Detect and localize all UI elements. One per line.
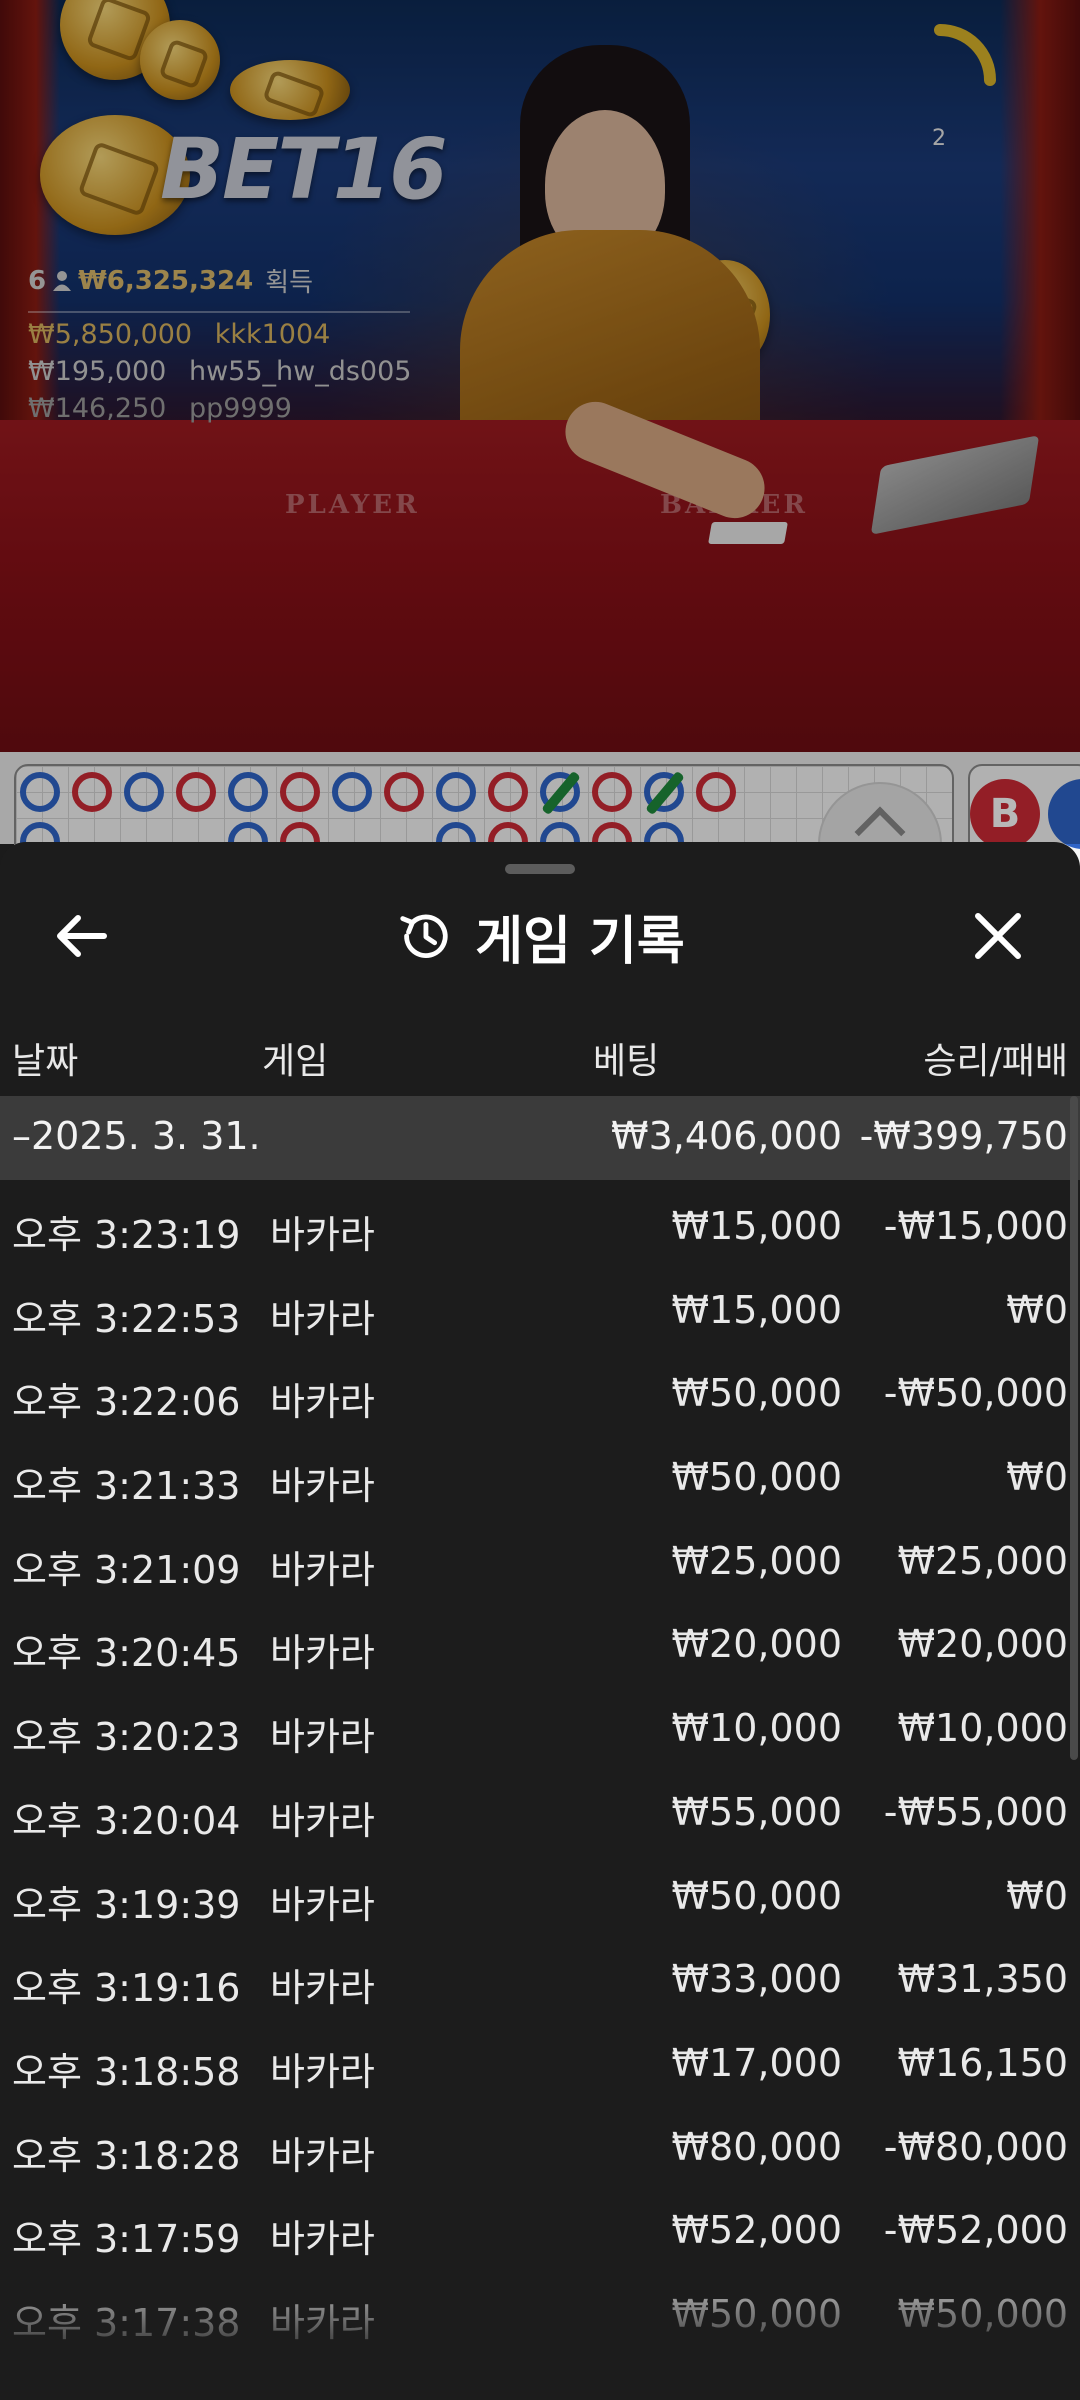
history-row[interactable]: 오후 3:20:04 바카라 ₩55,000 -₩55,000 bbox=[0, 1766, 1080, 1850]
round-result: ₩50,000 bbox=[897, 2291, 1068, 2336]
round-result: -₩80,000 bbox=[883, 2124, 1068, 2169]
round-game: 바카라 bbox=[270, 1464, 375, 1509]
round-game: 바카라 bbox=[270, 1715, 375, 1760]
round-time: 오후 3:20:45 bbox=[12, 1631, 241, 1676]
round-bet: ₩52,000 bbox=[671, 2208, 842, 2253]
round-game: 바카라 bbox=[270, 2133, 375, 2178]
round-bet: ₩20,000 bbox=[671, 1622, 842, 1667]
history-row[interactable]: 오후 3:18:28 바카라 ₩80,000 -₩80,000 bbox=[0, 2101, 1080, 2185]
history-row[interactable]: 오후 3:20:23 바카라 ₩10,000 ₩10,000 bbox=[0, 1682, 1080, 1766]
history-row[interactable]: 오후 3:19:39 바카라 ₩50,000 ₩0 bbox=[0, 1850, 1080, 1934]
round-result: ₩0 bbox=[1006, 1455, 1068, 1500]
round-time: 오후 3:18:58 bbox=[12, 2049, 241, 2094]
round-bet: ₩50,000 bbox=[671, 1873, 842, 1918]
round-bet: ₩15,000 bbox=[671, 1204, 842, 1248]
round-time: 오후 3:17:38 bbox=[12, 2300, 241, 2345]
round-time: 오후 3:18:28 bbox=[12, 2133, 241, 2178]
round-game: 바카라 bbox=[270, 1631, 375, 1676]
round-game: 바카라 bbox=[270, 1213, 375, 1257]
round-game: 바카라 bbox=[270, 1296, 375, 1341]
history-row-list: 오후 3:23:19 바카라 ₩15,000 -₩15,000 오후 3:22:53 바카… bbox=[0, 1180, 1080, 2352]
round-time: 오후 3:23:19 bbox=[12, 1213, 241, 1257]
round-game: 바카라 bbox=[270, 1966, 375, 2011]
column-header-game: 게임 bbox=[262, 1041, 329, 1082]
history-clock-icon bbox=[400, 914, 448, 958]
round-time: 오후 3:19:16 bbox=[12, 1966, 241, 2011]
history-row[interactable]: 오후 3:21:09 바카라 ₩25,000 ₩25,000 bbox=[0, 1515, 1080, 1599]
round-game: 바카라 bbox=[270, 2049, 375, 2094]
sheet-title: 게임 기록 bbox=[475, 911, 685, 972]
round-bet: ₩15,000 bbox=[671, 1287, 842, 1332]
round-time: 오후 3:21:09 bbox=[12, 1547, 241, 1592]
history-row[interactable]: 오후 3:21:33 바카라 ₩50,000 ₩0 bbox=[0, 1431, 1080, 1515]
round-game: 바카라 bbox=[270, 2300, 375, 2345]
history-row[interactable]: 오후 3:20:45 바카라 ₩20,000 ₩20,000 bbox=[0, 1598, 1080, 1682]
round-result: -₩55,000 bbox=[883, 1789, 1068, 1834]
round-game: 바카라 bbox=[270, 1798, 375, 1843]
history-scrollbar[interactable] bbox=[1070, 1096, 1078, 1760]
round-bet: ₩50,000 bbox=[671, 1455, 842, 1500]
round-result: -₩15,000 bbox=[883, 1204, 1068, 1248]
round-bet: ₩33,000 bbox=[671, 1957, 842, 2002]
round-time: 오후 3:20:23 bbox=[12, 1715, 241, 1760]
round-game: 바카라 bbox=[270, 1547, 375, 1592]
round-result: ₩10,000 bbox=[897, 1706, 1068, 1751]
day-date: –2025. 3. 31. bbox=[12, 1114, 261, 1158]
close-icon[interactable] bbox=[966, 904, 1030, 968]
round-result: ₩25,000 bbox=[897, 1538, 1068, 1583]
game-history-sheet: 게임 기록 날짜 게임 베팅 승리/패배 –2025. 3. 31. ₩3,40… bbox=[0, 842, 1080, 2400]
sheet-header: 게임 기록 bbox=[0, 904, 1080, 972]
round-result: ₩0 bbox=[1006, 1287, 1068, 1332]
round-result: -₩50,000 bbox=[883, 1371, 1068, 1416]
round-time: 오후 3:20:04 bbox=[12, 1798, 241, 1843]
round-time: 오후 3:19:39 bbox=[12, 1882, 241, 1927]
column-header-date: 날짜 bbox=[12, 1041, 79, 1082]
day-summary-row[interactable]: –2025. 3. 31. ₩3,406,000 -₩399,750 bbox=[0, 1096, 1080, 1180]
round-bet: ₩80,000 bbox=[671, 2124, 842, 2169]
history-row[interactable]: 오후 3:23:19 바카라 ₩15,000 -₩15,000 bbox=[0, 1180, 1080, 1264]
round-game: 바카라 bbox=[270, 1380, 375, 1425]
round-result: -₩52,000 bbox=[883, 2208, 1068, 2253]
round-bet: ₩17,000 bbox=[671, 2040, 842, 2085]
round-result: ₩31,350 bbox=[897, 1957, 1068, 2002]
sheet-drag-handle[interactable] bbox=[505, 864, 575, 874]
history-row[interactable]: 오후 3:22:53 바카라 ₩15,000 ₩0 bbox=[0, 1264, 1080, 1348]
history-row[interactable]: 오후 3:17:38 바카라 ₩50,000 ₩50,000 bbox=[0, 2268, 1080, 2352]
history-row[interactable]: 오후 3:22:06 바카라 ₩50,000 -₩50,000 bbox=[0, 1347, 1080, 1431]
round-result: ₩20,000 bbox=[897, 1622, 1068, 1667]
history-row[interactable]: 오후 3:19:16 바카라 ₩33,000 ₩31,350 bbox=[0, 1933, 1080, 2017]
round-bet: ₩50,000 bbox=[671, 1371, 842, 1416]
round-time: 오후 3:22:53 bbox=[12, 1296, 241, 1341]
round-bet: ₩50,000 bbox=[671, 2291, 842, 2336]
round-bet: ₩10,000 bbox=[671, 1706, 842, 1751]
round-time: 오후 3:22:06 bbox=[12, 1380, 241, 1425]
history-table: –2025. 3. 31. ₩3,406,000 -₩399,750 오후 3:… bbox=[0, 1096, 1080, 2352]
round-bet: ₩25,000 bbox=[671, 1538, 842, 1583]
round-time: 오후 3:21:33 bbox=[12, 1464, 241, 1509]
background-dim-overlay[interactable] bbox=[0, 0, 1080, 844]
day-total-result: -₩399,750 bbox=[859, 1114, 1068, 1158]
round-game: 바카라 bbox=[270, 1882, 375, 1927]
round-time: 오후 3:17:59 bbox=[12, 2217, 241, 2262]
round-game: 바카라 bbox=[270, 2217, 375, 2262]
round-result: ₩16,150 bbox=[897, 2040, 1068, 2085]
column-header-result: 승리/패배 bbox=[923, 1041, 1068, 1082]
round-result: ₩0 bbox=[1006, 1873, 1068, 1918]
history-row[interactable]: 오후 3:18:58 바카라 ₩17,000 ₩16,150 bbox=[0, 2017, 1080, 2101]
history-row[interactable]: 오후 3:17:59 바카라 ₩52,000 -₩52,000 bbox=[0, 2184, 1080, 2268]
round-bet: ₩55,000 bbox=[671, 1789, 842, 1834]
day-total-bet: ₩3,406,000 bbox=[611, 1114, 842, 1158]
column-header-bet: 베팅 bbox=[593, 1041, 660, 1082]
